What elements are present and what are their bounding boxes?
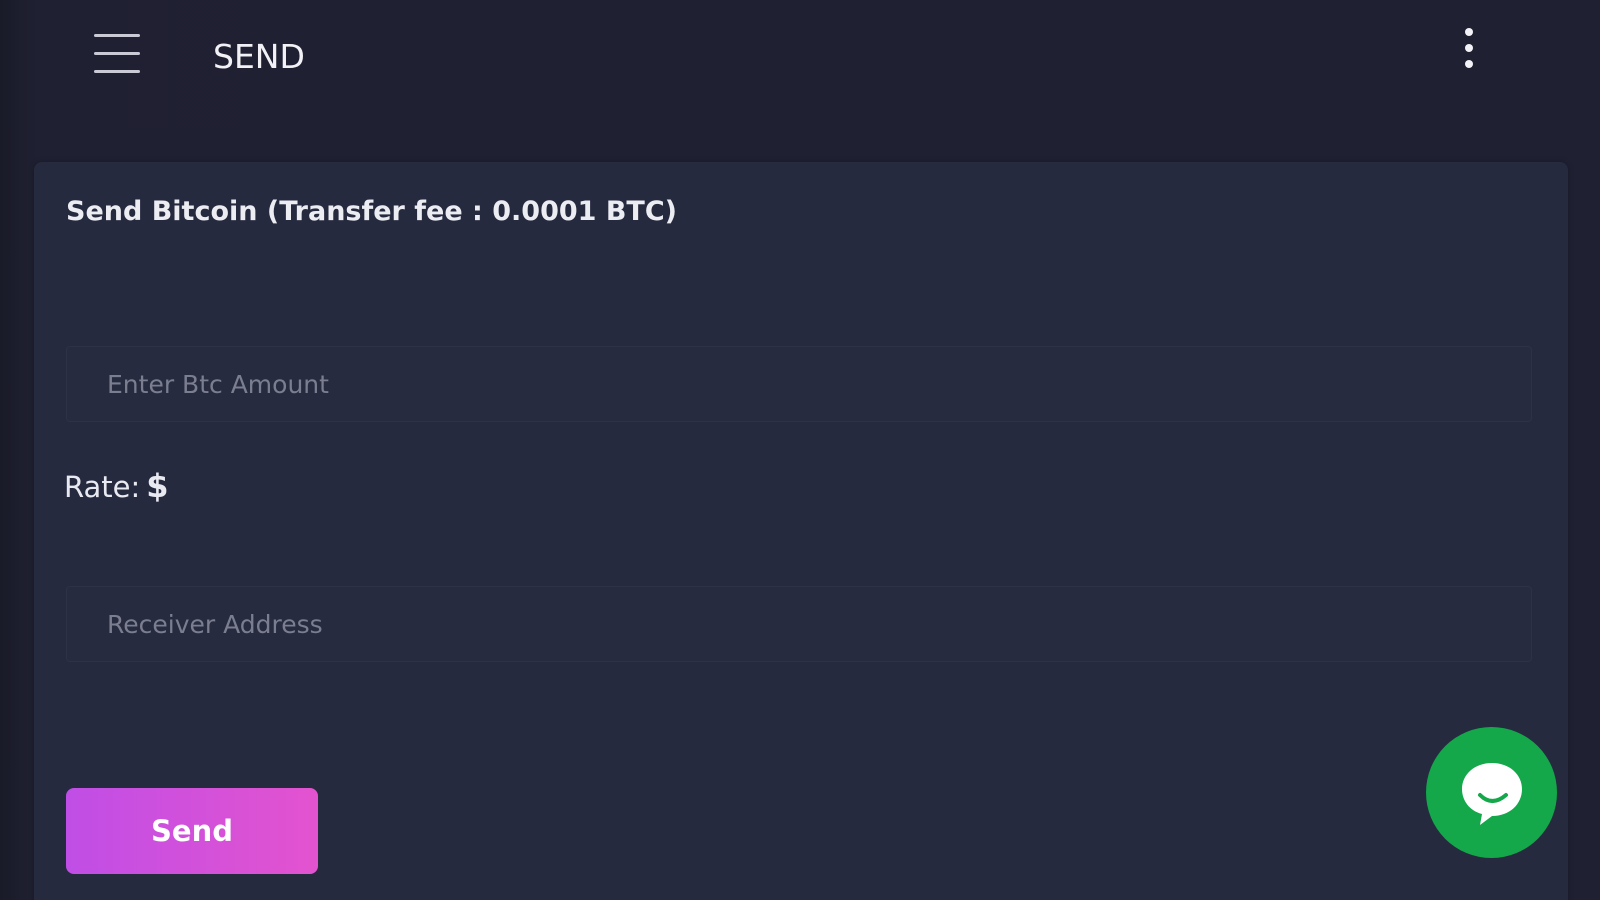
send-bitcoin-card: Send Bitcoin (Transfer fee : 0.0001 BTC)… (34, 162, 1568, 900)
dot (1465, 28, 1473, 36)
rate-label: Rate: (64, 470, 141, 504)
chat-button[interactable] (1426, 727, 1557, 858)
send-button[interactable]: Send (66, 788, 318, 874)
rate-display: Rate: $ (64, 467, 169, 505)
receiver-address-input[interactable] (67, 587, 1531, 661)
menu-line (94, 52, 140, 55)
hamburger-menu-icon[interactable] (90, 32, 142, 78)
menu-line (94, 34, 140, 37)
btc-amount-field[interactable] (66, 346, 1532, 422)
btc-amount-input[interactable] (67, 347, 1531, 421)
menu-line (94, 70, 140, 73)
more-options-icon[interactable] (1454, 26, 1484, 74)
dot (1465, 44, 1473, 52)
dot (1465, 60, 1473, 68)
card-heading: Send Bitcoin (Transfer fee : 0.0001 BTC) (66, 196, 677, 227)
chat-bubble-icon (1462, 763, 1522, 825)
top-app-bar: SEND (0, 0, 1600, 115)
send-page: SEND Send Bitcoin (Transfer fee : 0.0001… (0, 0, 1600, 900)
page-title: SEND (213, 37, 305, 76)
rate-value: $ (146, 467, 169, 505)
receiver-address-field[interactable] (66, 586, 1532, 662)
